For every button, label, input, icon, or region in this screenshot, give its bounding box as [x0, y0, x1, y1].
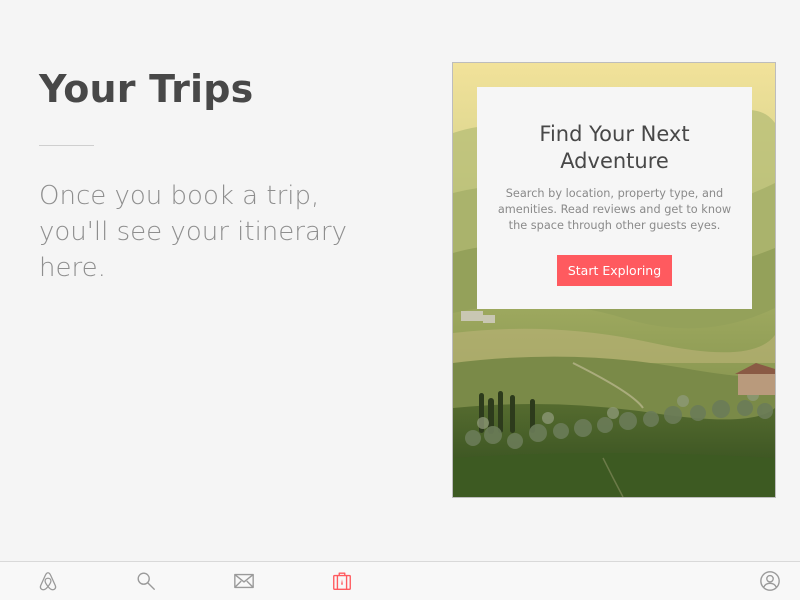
- bottom-tab-bar: [0, 561, 800, 600]
- promo-overlay: Find Your Next Adventure Search by locat…: [477, 87, 752, 309]
- tab-inbox[interactable]: [231, 569, 257, 593]
- promo-description: Search by location, property type, and a…: [497, 187, 732, 232]
- title-divider: [39, 145, 94, 146]
- suitcase-icon: [333, 572, 351, 590]
- airbnb-logo-icon: [39, 572, 57, 591]
- tab-explore[interactable]: [35, 569, 61, 593]
- search-icon: [137, 572, 155, 590]
- empty-state-message: Once you book a trip, you'll see your it…: [39, 181, 347, 283]
- mail-icon: [234, 573, 254, 589]
- tab-search[interactable]: [133, 569, 159, 593]
- page-title: Your Trips: [39, 67, 254, 111]
- tab-profile[interactable]: [757, 569, 783, 593]
- tab-trips[interactable]: [329, 569, 355, 593]
- trips-page: Your Trips Once you book a trip, you'll …: [0, 0, 800, 600]
- start-exploring-button[interactable]: Start Exploring: [557, 255, 672, 286]
- promo-card: Find Your Next Adventure Search by locat…: [452, 62, 776, 498]
- promo-title: Find Your Next Adventure: [539, 122, 690, 173]
- profile-icon: [760, 571, 780, 591]
